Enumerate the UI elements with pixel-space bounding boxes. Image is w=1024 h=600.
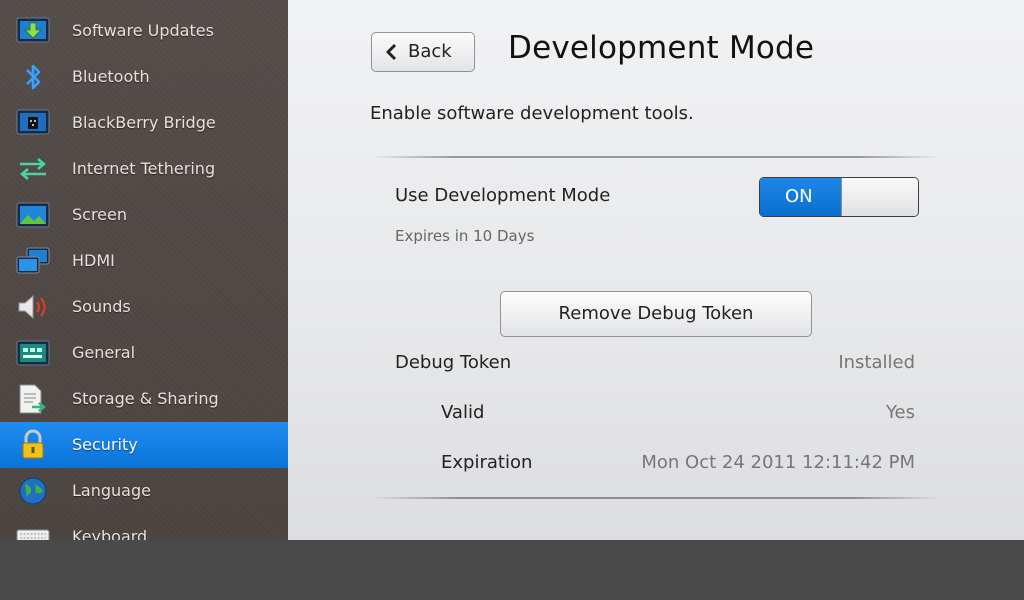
dev-mode-toggle[interactable]: ON	[759, 177, 919, 217]
section-divider	[370, 156, 942, 158]
sidebar-item-bluetooth[interactable]: Bluetooth	[0, 54, 288, 100]
sidebar-item-keyboard[interactable]: Keyboard	[0, 514, 288, 540]
page-description: Enable software development tools.	[370, 103, 694, 124]
sidebar-item-screen[interactable]: Screen	[0, 192, 288, 238]
sidebar-item-general[interactable]: General	[0, 330, 288, 376]
page-title: Development Mode	[508, 30, 815, 66]
toggle-knob[interactable]	[841, 178, 918, 216]
expiration-value: Mon Oct 24 2011 12:11:42 PM	[641, 452, 915, 473]
development-mode-panel: Back Development Mode Enable software de…	[288, 0, 1024, 540]
sidebar-item-label: Bluetooth	[72, 67, 150, 86]
sidebar-item-label: Storage & Sharing	[72, 389, 219, 408]
lock-icon	[16, 429, 50, 461]
screen-icon	[16, 199, 50, 231]
hdmi-icon	[16, 245, 50, 277]
speaker-icon	[16, 291, 50, 323]
download-icon	[16, 15, 50, 47]
back-button[interactable]: Back	[371, 32, 475, 72]
blackberry-bridge-icon	[16, 107, 50, 139]
debug-token-status: Installed	[838, 352, 915, 373]
settings-sidebar: Software Updates Bluetooth BlackBerry Br…	[0, 0, 288, 540]
storage-document-icon	[16, 383, 50, 415]
dev-mode-label: Use Development Mode	[395, 185, 611, 206]
sidebar-item-language[interactable]: Language	[0, 468, 288, 514]
sidebar-item-blackberry-bridge[interactable]: BlackBerry Bridge	[0, 100, 288, 146]
sidebar-item-label: Internet Tethering	[72, 159, 216, 178]
sidebar-item-internet-tethering[interactable]: Internet Tethering	[0, 146, 288, 192]
bluetooth-icon	[16, 61, 50, 93]
toggle-on-state: ON	[760, 178, 841, 216]
remove-debug-token-button[interactable]: Remove Debug Token	[500, 291, 812, 337]
sidebar-item-security[interactable]: Security	[0, 422, 288, 468]
sidebar-item-software-updates[interactable]: Software Updates	[0, 8, 288, 54]
sidebar-item-label: Sounds	[72, 297, 131, 316]
sidebar-item-label: Security	[72, 435, 138, 454]
sidebar-item-label: Software Updates	[72, 21, 214, 40]
keyboard-icon	[16, 521, 50, 540]
sidebar-item-storage-sharing[interactable]: Storage & Sharing	[0, 376, 288, 422]
general-board-icon	[16, 337, 50, 369]
chevron-left-icon	[384, 42, 398, 66]
tethering-arrows-icon	[16, 153, 50, 185]
sidebar-item-label: General	[72, 343, 136, 362]
sidebar-item-hdmi[interactable]: HDMI	[0, 238, 288, 284]
expires-note: Expires in 10 Days	[395, 227, 535, 245]
bottom-bar	[0, 540, 1024, 600]
sidebar-item-label: Language	[72, 481, 151, 500]
sidebar-item-label: Keyboard	[72, 527, 148, 540]
valid-value: Yes	[885, 402, 915, 423]
sidebar-item-sounds[interactable]: Sounds	[0, 284, 288, 330]
globe-icon	[16, 475, 50, 507]
sidebar-item-label: Screen	[72, 205, 128, 224]
back-button-label: Back	[408, 41, 452, 62]
expiration-label: Expiration	[441, 452, 533, 473]
sidebar-item-label: BlackBerry Bridge	[72, 113, 216, 132]
valid-label: Valid	[441, 402, 485, 423]
debug-token-label: Debug Token	[395, 352, 512, 373]
sidebar-item-label: HDMI	[72, 251, 115, 270]
section-divider	[370, 497, 942, 499]
